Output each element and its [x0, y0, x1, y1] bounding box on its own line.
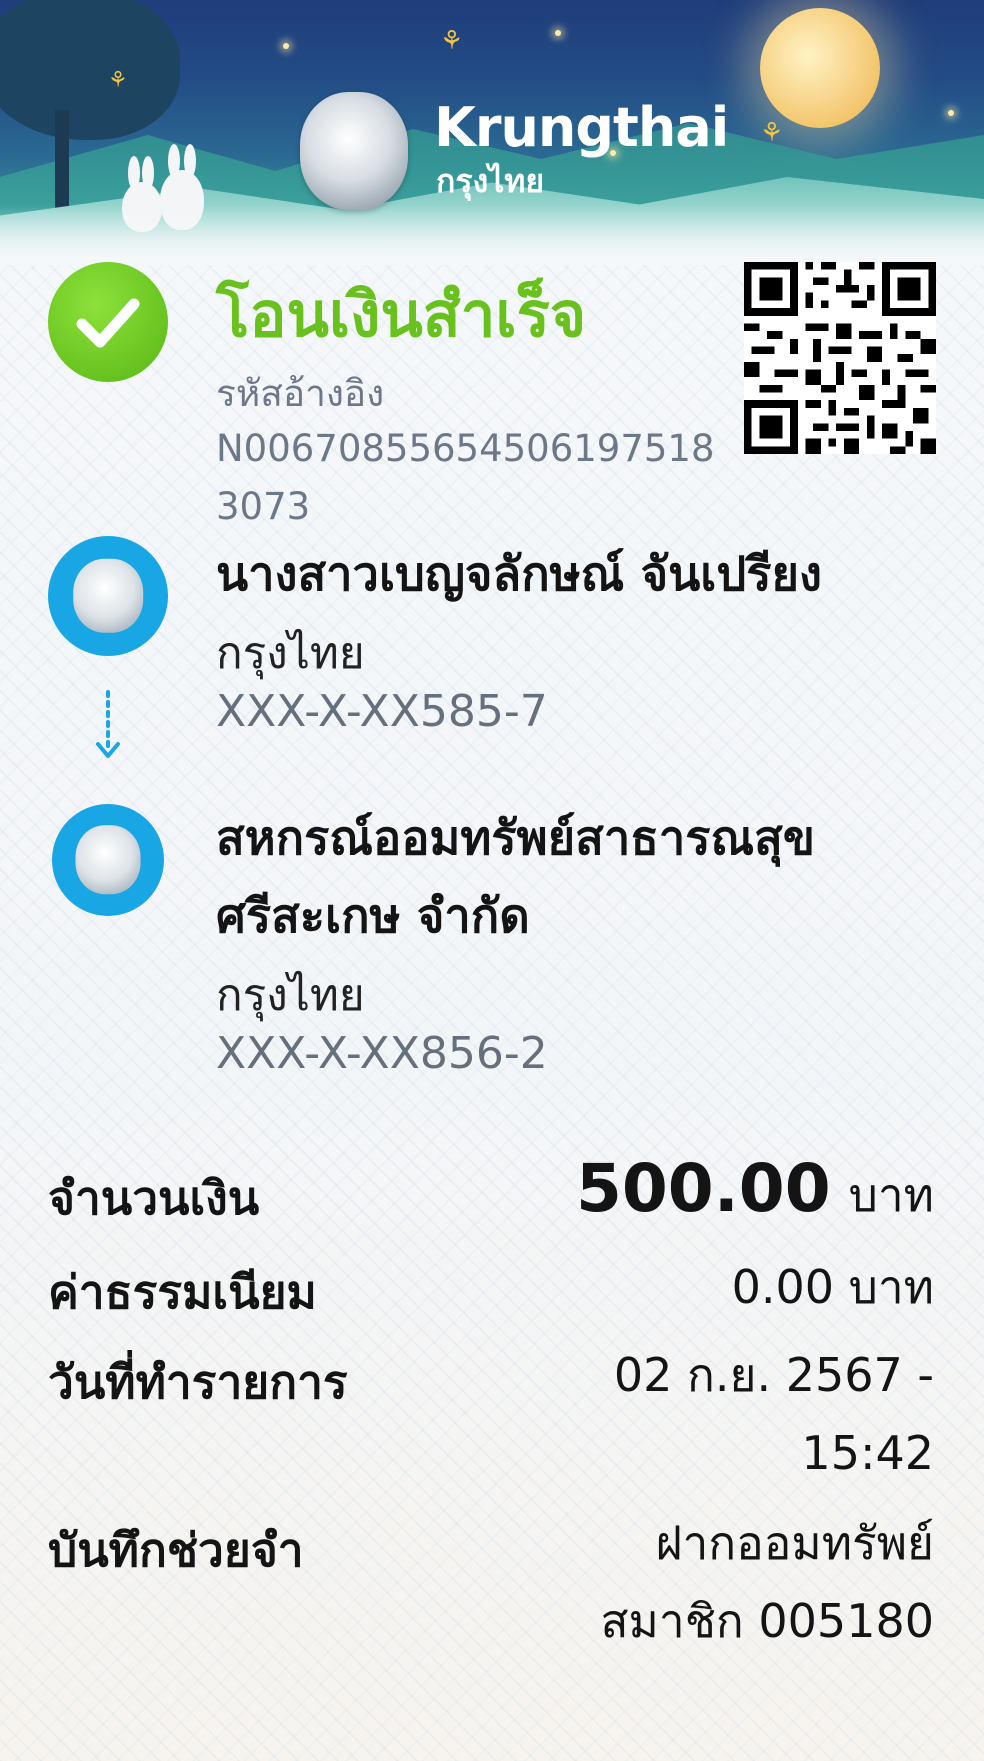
fee-label: ค่าธรรมเนียม	[48, 1265, 317, 1319]
time-line: 15:42	[801, 1426, 934, 1480]
sender-name: นางสาวเบญจลักษณ์ จันเปรียง	[216, 547, 822, 602]
star-decoration	[948, 110, 954, 116]
krungthai-logo-icon	[300, 92, 408, 210]
receiver-name-line1: สหกรณ์ออมทรัพย์สาธารณสุข	[216, 811, 815, 866]
brand-name-en: Krungthai	[434, 96, 729, 159]
status-title: โอนเงินสำเร็จ	[216, 278, 587, 351]
butterfly-icon: ⚘	[440, 26, 464, 56]
date-label: วันที่ทำรายการ	[48, 1355, 348, 1409]
reference-value: N006708556545061975183073	[216, 427, 715, 528]
receiver-bank-avatar	[52, 804, 164, 916]
memo-line: สมาชิก 005180	[600, 1594, 934, 1648]
fee-value: 0.00 บาท	[731, 1260, 934, 1314]
moon-illustration	[760, 8, 880, 128]
reference-label: รหัสอ้างอิง	[216, 372, 385, 415]
krungthai-logo-icon	[73, 558, 143, 634]
receiver-bank: กรุงไทย	[216, 970, 365, 1021]
sender-bank-avatar	[48, 536, 168, 656]
header-banner: ⚘ ⚘ ⚘ Krungthai กรุงไทย	[0, 0, 984, 265]
amount-unit: บาท	[848, 1168, 934, 1222]
memo-line: ฝากออมทรัพย์	[655, 1516, 934, 1570]
sender-bank: กรุงไทย	[216, 628, 365, 679]
date-line: 02 ก.ย. 2567 -	[613, 1348, 934, 1402]
receiver-account: XXX-X-XX856-2	[216, 1028, 548, 1079]
brand-name-th: กรุงไทย	[436, 162, 545, 200]
amount-number: 500.00	[575, 1150, 831, 1227]
memo-label: บันทึกช่วยจำ	[48, 1523, 304, 1577]
memo-value: ฝากออมทรัพย์ สมาชิก 005180	[600, 1504, 934, 1660]
amount-label: จำนวนเงิน	[48, 1171, 260, 1225]
butterfly-icon: ⚘	[760, 118, 784, 148]
butterfly-icon: ⚘	[108, 68, 128, 93]
date-value: 02 ก.ย. 2567 - 15:42	[614, 1336, 934, 1492]
receiver-name-line2: ศรีสะเกษ จำกัด	[216, 889, 530, 944]
amount-value: 500.00 บาท	[576, 1150, 934, 1234]
success-check-icon	[48, 262, 168, 382]
star-decoration	[283, 43, 289, 49]
krungthai-logo-icon	[75, 825, 141, 895]
sender-account: XXX-X-XX585-7	[216, 686, 548, 737]
qr-code[interactable]	[744, 262, 936, 454]
arrow-down-icon	[96, 690, 120, 758]
star-decoration	[555, 30, 561, 36]
